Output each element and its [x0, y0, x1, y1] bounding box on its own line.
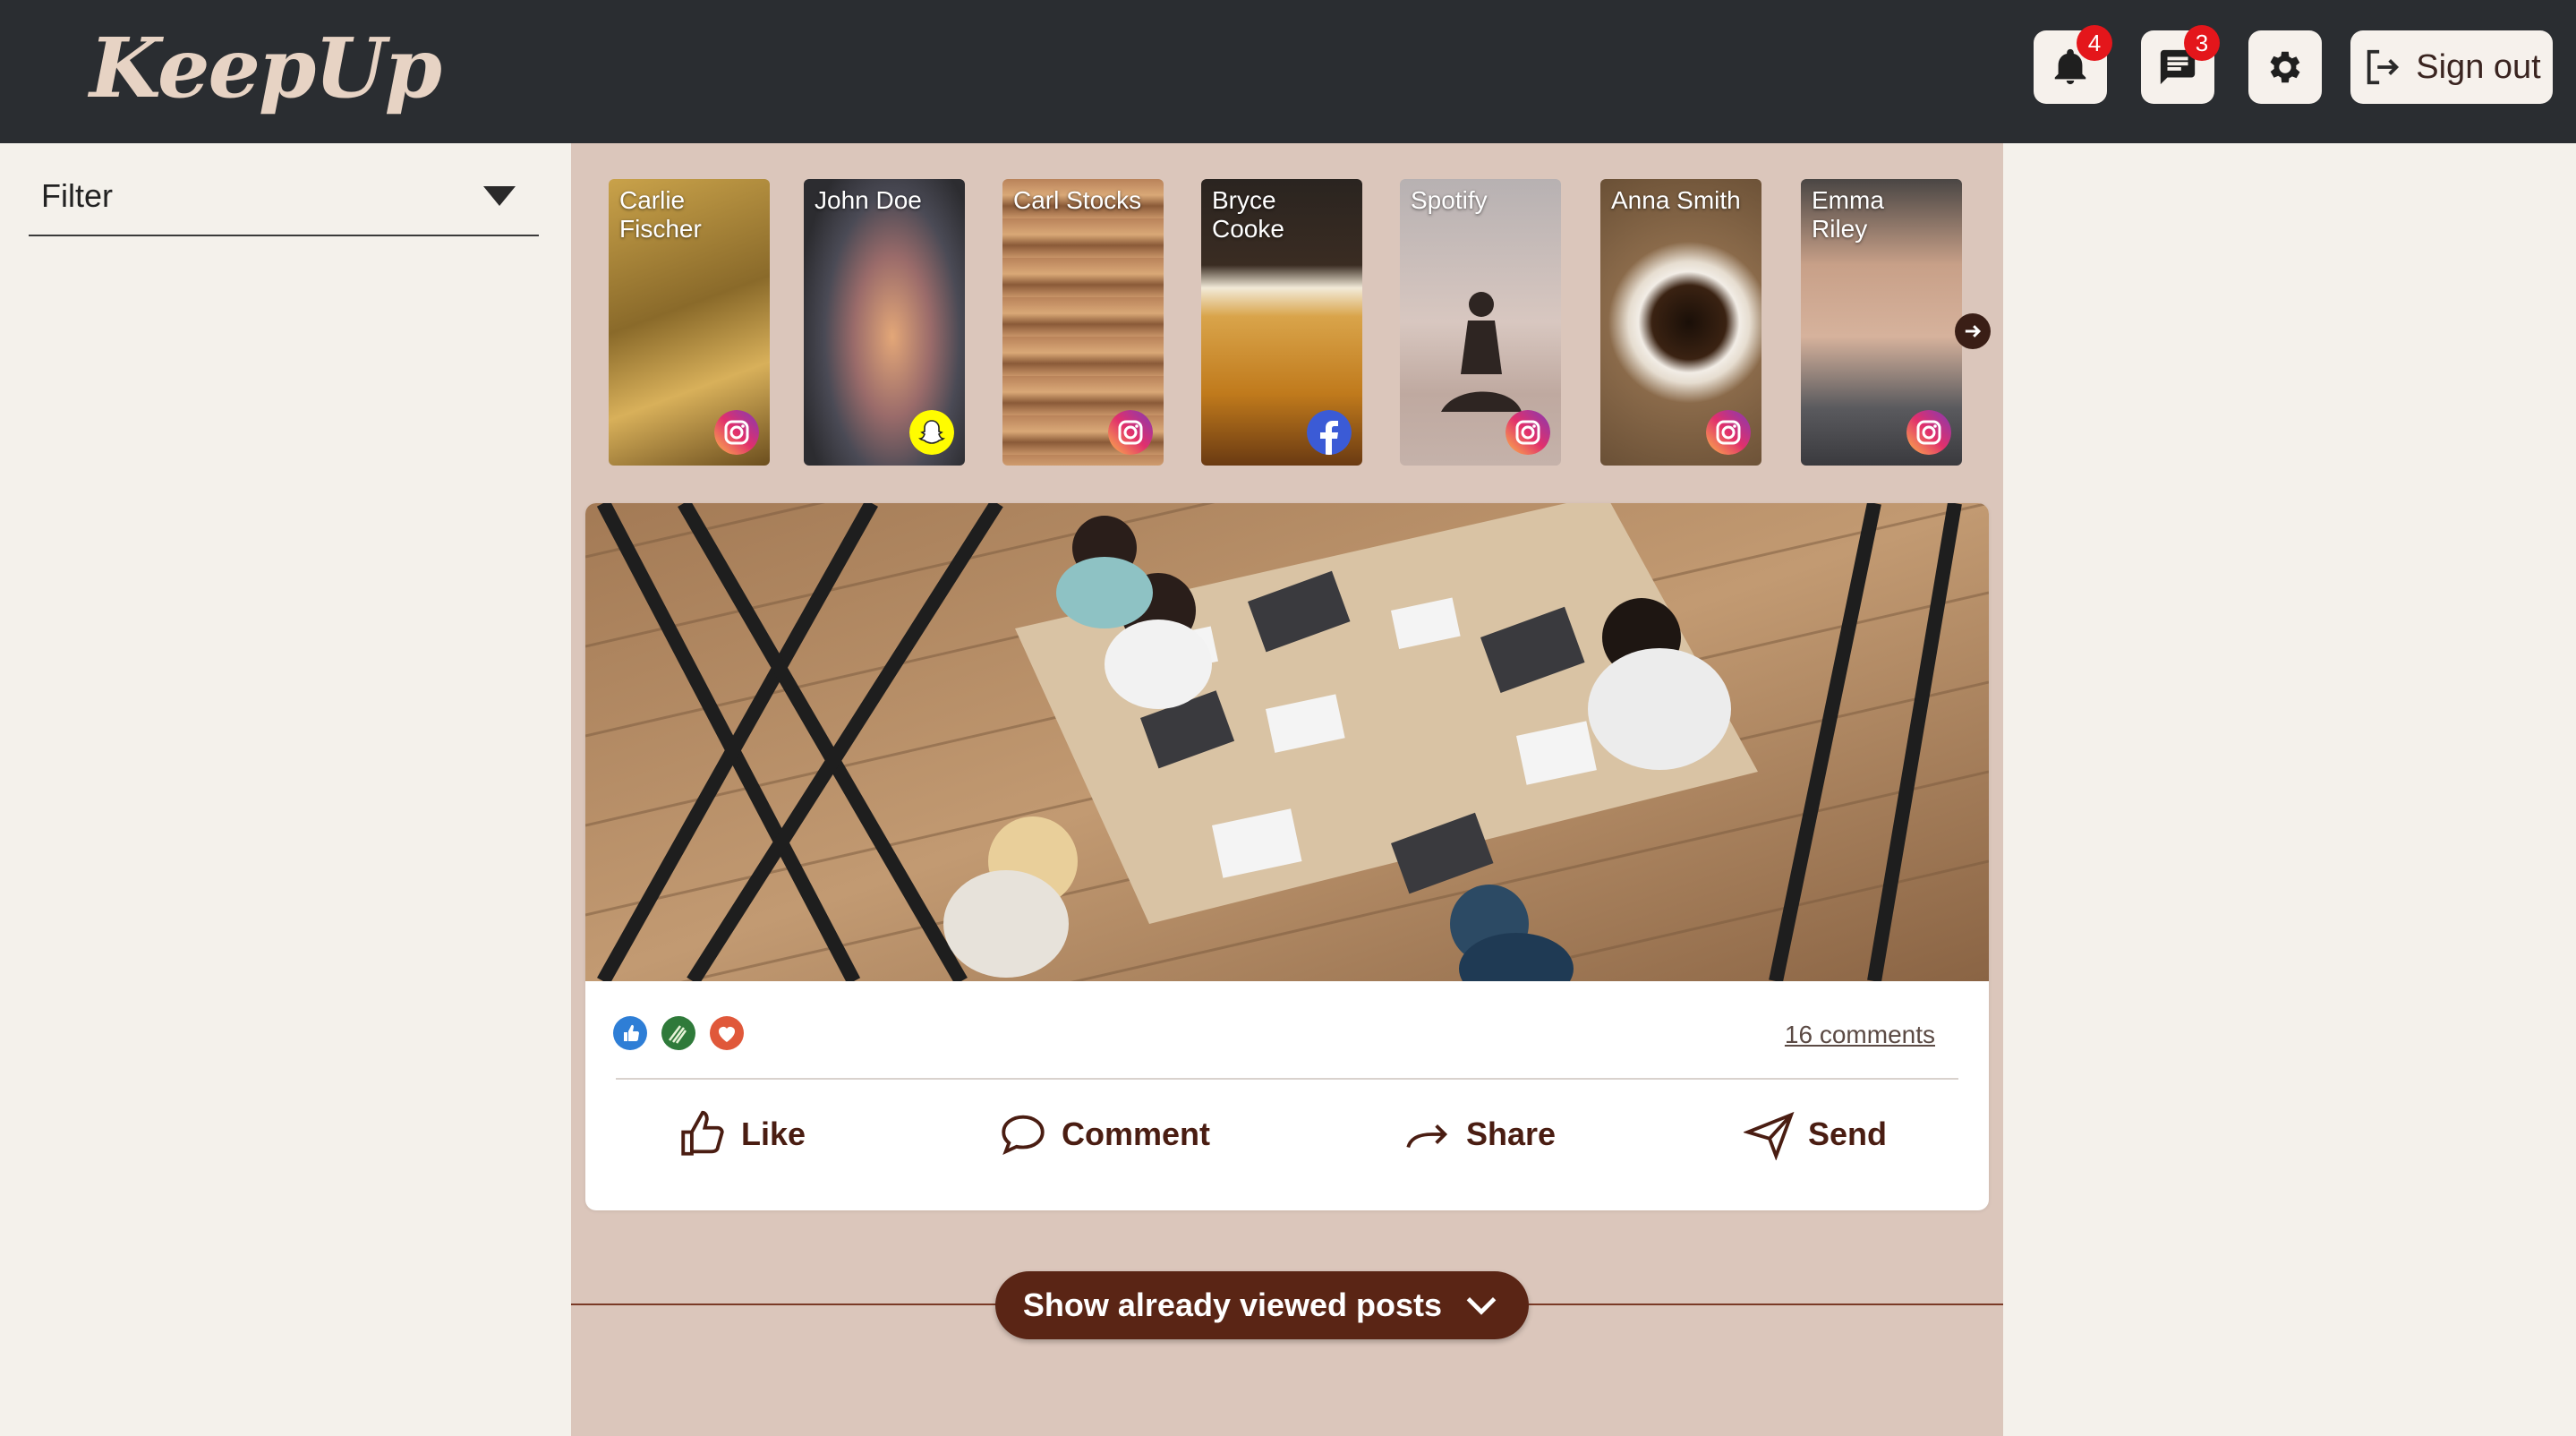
- filter-label: Filter: [41, 177, 113, 214]
- story-name: Bryce Cooke: [1212, 186, 1284, 243]
- caret-down-icon: [483, 186, 516, 206]
- story-card[interactable]: Emma Riley: [1801, 179, 1962, 466]
- paper-plane-icon: [1744, 1111, 1795, 1160]
- arrow-right-icon: [1965, 325, 1982, 338]
- share-label: Share: [1466, 1115, 1557, 1152]
- feed-column: Carlie Fischer John Doe Carl Stocks Bryc…: [571, 143, 2003, 1436]
- instagram-icon: [1506, 410, 1550, 455]
- stories-next-button[interactable]: [1955, 313, 1991, 349]
- share-arrow-icon: [1406, 1124, 1448, 1149]
- post-image[interactable]: [585, 503, 1989, 981]
- instagram-icon: [1706, 410, 1751, 455]
- show-viewed-posts-button[interactable]: Show already viewed posts: [995, 1271, 1529, 1339]
- app-logo[interactable]: KeepUp: [90, 20, 442, 116]
- comments-link[interactable]: 16 comments: [1785, 1021, 1935, 1049]
- comment-button[interactable]: Comment: [997, 1103, 1210, 1166]
- like-button[interactable]: Like: [677, 1103, 806, 1166]
- story-card[interactable]: Bryce Cooke: [1201, 179, 1362, 466]
- instagram-icon: [714, 410, 759, 455]
- story-card[interactable]: Carlie Fischer: [609, 179, 770, 466]
- post-divider: [616, 1078, 1958, 1080]
- instagram-icon: [1108, 410, 1153, 455]
- chevron-down-icon: [1466, 1296, 1497, 1315]
- like-label: Like: [741, 1115, 806, 1152]
- notifications-button[interactable]: 4: [2034, 25, 2112, 104]
- send-button[interactable]: Send: [1744, 1103, 1887, 1166]
- notifications-badge: 4: [2077, 25, 2112, 61]
- facebook-icon: [1307, 410, 1352, 455]
- snapchat-icon: [909, 410, 954, 455]
- story-name: Carl Stocks: [1013, 186, 1142, 214]
- story-card[interactable]: John Doe: [804, 179, 965, 466]
- reaction-summary[interactable]: [612, 1015, 745, 1051]
- clap-reaction-icon: [661, 1016, 695, 1050]
- like-reaction-icon: [613, 1016, 647, 1050]
- logout-icon: [2367, 49, 2400, 85]
- filter-dropdown[interactable]: Filter: [29, 172, 539, 236]
- gear-icon: [2270, 51, 2300, 83]
- story-name: Spotify: [1411, 186, 1488, 214]
- thumbs-up-icon: [681, 1110, 724, 1156]
- sign-out-button[interactable]: Sign out: [2350, 30, 2553, 104]
- love-reaction-icon: [710, 1016, 744, 1050]
- show-viewed-label: Show already viewed posts: [1022, 1286, 1443, 1323]
- story-name: Anna Smith: [1611, 186, 1741, 214]
- settings-button[interactable]: [2248, 30, 2322, 104]
- speech-bubble-icon: [1002, 1115, 1045, 1156]
- messages-badge: 3: [2184, 25, 2220, 61]
- post-card: 16 comments Like Comment Share Send: [585, 503, 1989, 1210]
- top-bar: KeepUp 4 3 Sign out: [0, 0, 2576, 143]
- story-card[interactable]: Spotify: [1400, 179, 1561, 466]
- story-name: John Doe: [815, 186, 922, 214]
- instagram-icon: [1906, 410, 1951, 455]
- story-name: Emma Riley: [1812, 186, 1884, 243]
- story-card[interactable]: Carl Stocks: [1002, 179, 1164, 466]
- sign-out-label: Sign out: [2416, 47, 2541, 86]
- messages-button[interactable]: 3: [2141, 25, 2220, 104]
- story-card[interactable]: Anna Smith: [1600, 179, 1761, 466]
- share-button[interactable]: Share: [1402, 1103, 1556, 1166]
- comment-label: Comment: [1062, 1115, 1211, 1152]
- story-name: Carlie Fischer: [619, 186, 702, 243]
- send-label: Send: [1808, 1115, 1888, 1152]
